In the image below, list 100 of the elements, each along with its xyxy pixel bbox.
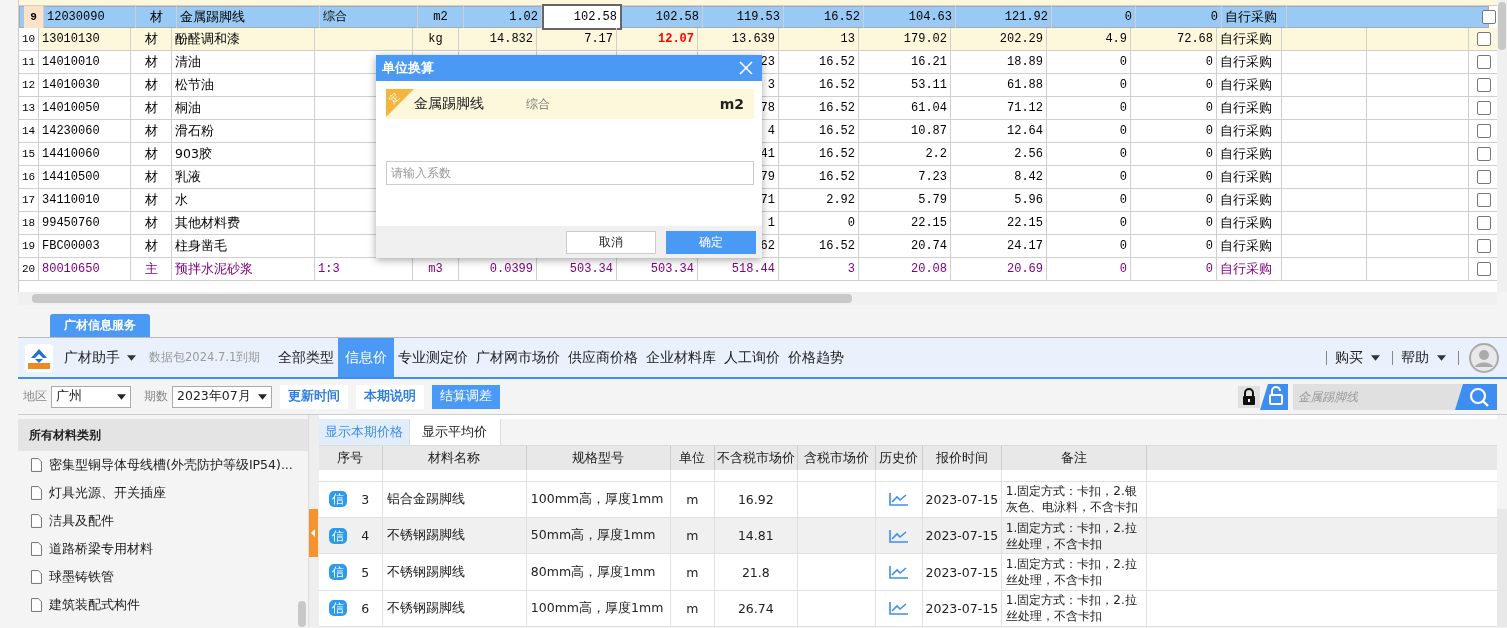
table-cell: 0 xyxy=(1131,74,1217,96)
table-cell: 2023-07-15 xyxy=(925,491,999,507)
lock-icon[interactable] xyxy=(1238,383,1260,410)
category-item[interactable]: 密集型铜导体母线槽(外壳防护等级IP54)... xyxy=(49,456,293,474)
category-item[interactable]: 道路桥梁专用材料 xyxy=(49,540,153,558)
caret-icon[interactable] xyxy=(117,393,126,400)
table-cell: 2023-07-15 xyxy=(925,528,999,544)
caret-icon[interactable] xyxy=(1371,354,1380,361)
category-item[interactable]: 洁具及配件 xyxy=(49,512,114,530)
nav-tab[interactable]: 专业测定价 xyxy=(394,338,473,377)
action-button[interactable]: 本期说明 xyxy=(356,384,424,409)
checkbox[interactable] xyxy=(1476,124,1491,138)
table-cell: 179.02 xyxy=(859,28,951,50)
checkbox[interactable] xyxy=(1476,78,1491,92)
line-chart-icon[interactable] xyxy=(888,601,909,616)
checkbox[interactable] xyxy=(1476,32,1491,46)
action-button[interactable]: 更新时间 xyxy=(280,384,348,409)
table-cell-text: 1.固定方式：卡扣，2.拉丝处理，不含卡扣 xyxy=(1005,592,1138,625)
table-cell: 80mm高，厚度1mm xyxy=(530,563,656,581)
table-cell: 材 xyxy=(131,120,172,142)
checkbox[interactable] xyxy=(1476,193,1491,207)
table-cell: 自行采购 xyxy=(1217,166,1282,188)
table-cell: 自行采购 xyxy=(1217,189,1282,211)
collapse-handle[interactable] xyxy=(309,509,319,557)
table-cell: 0 xyxy=(1047,74,1131,96)
nav-tab[interactable]: 企业材料库 xyxy=(642,338,721,377)
table-cell: 2023-07-15 xyxy=(925,564,999,580)
period-select[interactable]: 2023年07月 xyxy=(172,385,272,408)
scrollbar[interactable] xyxy=(18,292,1497,305)
scrollbar[interactable] xyxy=(1497,0,1507,292)
view-tab[interactable]: 显示平均价 xyxy=(409,419,501,445)
row-number: 18 xyxy=(19,212,39,234)
close-icon[interactable] xyxy=(738,60,754,76)
info-badge: 信 xyxy=(329,564,348,580)
table-cell: 清油 xyxy=(172,51,315,73)
search-field[interactable]: 金属踢脚线 xyxy=(1293,383,1463,410)
menu-button[interactable]: 帮助 xyxy=(1401,348,1429,367)
table-cell: 自行采购 xyxy=(1217,120,1282,142)
line-chart-icon[interactable] xyxy=(888,528,909,543)
category-item[interactable]: 灯具光源、开关插座 xyxy=(49,484,166,502)
table-cell: 0 xyxy=(1047,51,1131,73)
app-name[interactable]: 广材助手 xyxy=(64,348,120,367)
table-cell: 自行采购 xyxy=(1217,143,1282,165)
scrollbar[interactable] xyxy=(297,601,306,627)
table-cell: 0 xyxy=(1047,143,1131,165)
table-cell: kg xyxy=(413,28,459,50)
table-cell: 12.07 xyxy=(617,28,698,50)
table-cell: 71.12 xyxy=(951,97,1047,119)
line-chart-icon[interactable] xyxy=(888,565,909,579)
caret-icon[interactable] xyxy=(1437,354,1446,361)
nav-tab[interactable]: 广材网市场价 xyxy=(472,338,565,377)
table-cell: 7.17 xyxy=(537,28,617,50)
table-cell: 2.92 xyxy=(779,189,859,211)
checkbox[interactable] xyxy=(1476,101,1491,115)
input-field[interactable]: 请输入系数 xyxy=(386,161,754,185)
caret-icon[interactable] xyxy=(127,354,136,361)
nav-tab[interactable]: 供应商价格 xyxy=(564,338,643,377)
cancel-button[interactable]: 取消 xyxy=(566,230,656,254)
checkbox[interactable] xyxy=(1476,216,1491,230)
table-cell: 滑石粉 xyxy=(172,120,315,142)
table-cell: 0 xyxy=(1047,212,1131,234)
checkbox[interactable] xyxy=(1476,239,1491,253)
table-cell: 13010130 xyxy=(39,28,131,50)
document-icon xyxy=(31,486,42,500)
line-chart-icon[interactable] xyxy=(888,492,909,507)
table-cell-text: 6 xyxy=(361,600,371,616)
menu-button[interactable]: 购买 xyxy=(1335,348,1363,367)
cell-editor[interactable]: 102.58 xyxy=(542,4,622,30)
table-cell: 16.52 xyxy=(779,235,859,257)
table-cell: 10.87 xyxy=(859,120,951,142)
checkbox[interactable] xyxy=(1476,55,1491,69)
table-cell: 2.2 xyxy=(859,143,951,165)
table-cell: 酚醛调和漆 xyxy=(172,28,315,50)
table-cell: 20.69 xyxy=(951,258,1047,280)
table-cell: 0 xyxy=(1131,166,1217,188)
region-select[interactable]: 广州 xyxy=(51,385,131,408)
table-cell-text: 5 xyxy=(361,564,371,580)
nav-tab[interactable]: 人工询价 xyxy=(720,338,785,377)
category-item[interactable]: 建筑装配式构件 xyxy=(49,596,140,614)
table-cell: 不锈钢踢脚线 xyxy=(386,527,465,545)
checkbox[interactable] xyxy=(1481,10,1496,24)
table-cell: 自行采购 xyxy=(1217,97,1282,119)
column-header: 报价时间 xyxy=(922,446,1002,470)
table-cell: 5.96 xyxy=(951,189,1047,211)
table-cell: 自行采购 xyxy=(1217,258,1282,280)
table-cell: 34110010 xyxy=(39,189,131,211)
nav-tab[interactable]: 全部类型 xyxy=(274,338,339,377)
table-cell: 主 xyxy=(131,258,172,280)
row-number: 15 xyxy=(19,143,39,165)
table-cell: 2.56 xyxy=(951,143,1047,165)
table-cell: 不锈钢踢脚线 xyxy=(386,563,465,581)
checkbox[interactable] xyxy=(1476,147,1491,161)
category-item[interactable]: 球墨铸铁管 xyxy=(49,568,114,586)
logo-icon xyxy=(25,343,53,372)
column-header: 规格型号 xyxy=(526,446,671,470)
caret-icon[interactable] xyxy=(258,393,267,400)
checkbox[interactable] xyxy=(1476,170,1491,184)
scrollbar[interactable] xyxy=(1497,509,1507,627)
checkbox[interactable] xyxy=(1476,262,1491,276)
nav-tab[interactable]: 价格趋势 xyxy=(784,338,849,377)
